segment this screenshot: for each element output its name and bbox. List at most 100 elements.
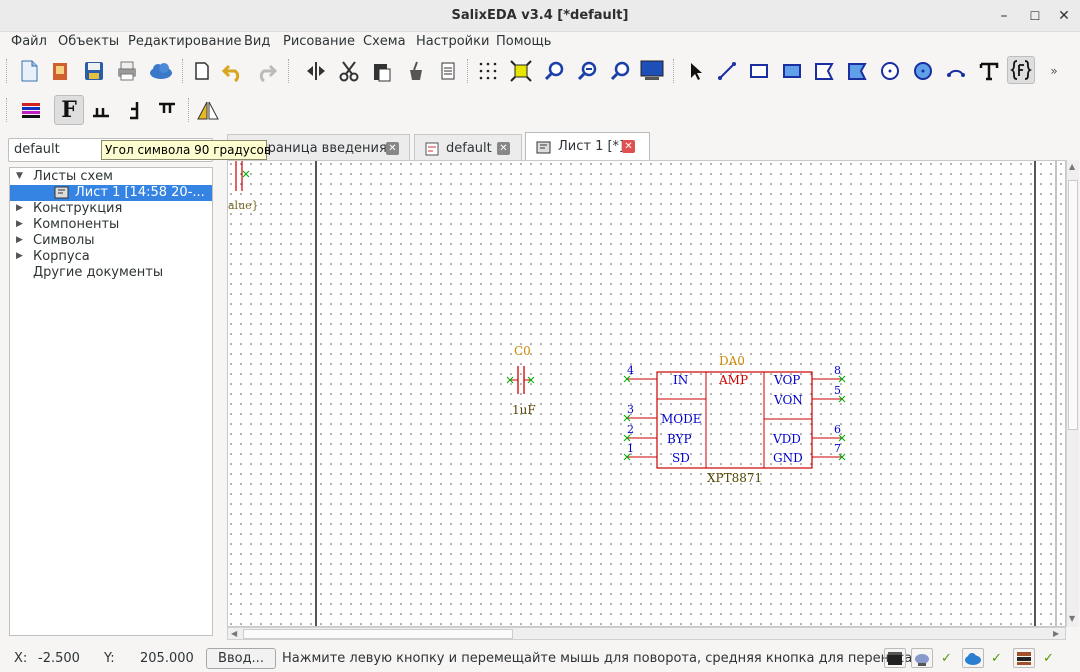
library-icon[interactable] xyxy=(1013,648,1035,668)
tree-item-label: Конструкция xyxy=(33,201,123,216)
vertical-scroll-thumb[interactable] xyxy=(1068,180,1078,430)
menu-help[interactable]: Помощь xyxy=(496,34,551,49)
tree-item-other-docs[interactable]: Другие документы xyxy=(10,265,212,281)
arc-tool-icon[interactable] xyxy=(942,57,970,85)
menu-settings[interactable]: Настройки xyxy=(416,34,489,49)
filled-circle-icon[interactable] xyxy=(909,57,937,85)
horizontal-scrollbar[interactable]: ◀ ▶ xyxy=(227,627,1066,640)
schematic-canvas[interactable]: alue} C0 1uF DA0 AMP XPT8871 4 IN 3 MODE… xyxy=(227,160,1066,627)
pin-number: 6 xyxy=(834,423,841,436)
line-tool-icon[interactable] xyxy=(713,57,741,85)
capacitor-value-label: 1uF xyxy=(512,403,536,417)
cloud-icon[interactable] xyxy=(147,57,175,85)
scroll-down-icon[interactable]: ▼ xyxy=(1069,614,1075,623)
print-icon[interactable] xyxy=(113,57,141,85)
field-tool-icon[interactable] xyxy=(1007,56,1035,84)
minimize-button[interactable]: – xyxy=(994,6,1014,26)
document-tabs: траница введения ✕ default ✕ Лист 1 [*] … xyxy=(227,132,1080,164)
close-button[interactable]: ✕ xyxy=(1054,6,1074,26)
redo-icon[interactable] xyxy=(252,57,280,85)
menu-objects[interactable]: Объекты xyxy=(58,34,119,49)
zoom-in-icon[interactable] xyxy=(540,57,568,85)
menu-edit[interactable]: Редактирование xyxy=(128,34,241,49)
sheet-icon xyxy=(536,141,552,159)
blank-page-icon[interactable] xyxy=(187,57,215,85)
tree-item-label: Компоненты xyxy=(33,217,120,232)
title-bar: SalixEDA v3.4 [*default] – ☐ ✕ xyxy=(0,0,1080,32)
scroll-up-icon[interactable]: ▲ xyxy=(1069,162,1075,171)
undo-icon[interactable] xyxy=(219,57,247,85)
menu-file[interactable]: Файл xyxy=(11,34,47,49)
scroll-right-icon[interactable]: ▶ xyxy=(1053,629,1059,638)
text-tool-icon[interactable] xyxy=(975,57,1003,85)
angle-180-icon[interactable] xyxy=(120,96,148,124)
new-file-icon[interactable] xyxy=(15,57,43,85)
pin-number: 7 xyxy=(834,442,841,455)
toolbar-separator xyxy=(188,98,190,122)
angle-270-icon[interactable] xyxy=(153,96,181,124)
x-label: X: xyxy=(14,651,28,666)
pin-name: IN xyxy=(673,373,688,387)
rectangle-tool-icon[interactable] xyxy=(745,57,773,85)
expand-down-icon: ▼ xyxy=(16,171,23,181)
clear-icon[interactable] xyxy=(402,57,430,85)
mirror-icon[interactable] xyxy=(302,57,330,85)
maximize-button[interactable]: ☐ xyxy=(1025,6,1045,26)
toolbar-separator xyxy=(288,59,290,83)
save-icon[interactable] xyxy=(80,57,108,85)
pin-number: 2 xyxy=(627,423,634,436)
close-icon[interactable]: ✕ xyxy=(497,142,510,155)
tree-item-packages[interactable]: ▶ Корпуса xyxy=(10,249,212,265)
scroll-left-icon[interactable]: ◀ xyxy=(231,629,237,638)
angle-90-icon[interactable] xyxy=(87,96,115,124)
check-icon: ✓ xyxy=(991,651,1002,666)
menu-view[interactable]: Вид xyxy=(244,34,270,49)
pin-number: 4 xyxy=(627,364,634,377)
network-icon[interactable] xyxy=(911,648,933,668)
angle-0-icon[interactable]: F xyxy=(54,95,84,125)
expand-right-icon: ▶ xyxy=(16,219,23,229)
clapper-icon[interactable] xyxy=(884,648,906,668)
polygon-tool-icon[interactable] xyxy=(810,57,838,85)
tree-item-label: Листы схем xyxy=(33,169,113,184)
pin-name: VOP xyxy=(773,373,800,387)
tab-default[interactable]: default ✕ xyxy=(414,134,522,162)
paste-icon[interactable] xyxy=(368,57,396,85)
input-button[interactable]: Ввод... xyxy=(206,648,276,669)
tree-item-sheet-1[interactable]: Лист 1 [14:58 20-... xyxy=(10,185,212,201)
menu-draw[interactable]: Рисование xyxy=(283,34,355,49)
vertical-scrollbar[interactable]: ▲ ▼ xyxy=(1066,160,1079,627)
properties-icon[interactable] xyxy=(434,57,462,85)
filled-polygon-icon[interactable] xyxy=(843,57,871,85)
pin-number: 8 xyxy=(834,364,841,377)
cut-icon[interactable] xyxy=(335,57,363,85)
zoom-fit-icon[interactable] xyxy=(507,57,535,85)
schematic-drawing[interactable]: alue} C0 1uF DA0 AMP XPT8871 4 IN 3 MODE… xyxy=(228,161,1066,627)
layers-icon[interactable] xyxy=(17,96,45,124)
close-icon[interactable]: ✕ xyxy=(622,140,635,153)
zoom-area-icon[interactable] xyxy=(606,57,634,85)
filled-rectangle-icon[interactable] xyxy=(778,57,806,85)
pin-number: 3 xyxy=(627,403,634,416)
tree-item-symbols[interactable]: ▶ Символы xyxy=(10,233,212,249)
pin-name: GND xyxy=(773,451,803,465)
close-icon[interactable]: ✕ xyxy=(386,142,399,155)
menu-schematic[interactable]: Схема xyxy=(363,34,406,49)
select-arrow-icon[interactable] xyxy=(681,57,709,85)
horizontal-scroll-thumb[interactable] xyxy=(243,629,513,639)
tree-item-components[interactable]: ▶ Компоненты xyxy=(10,217,212,233)
tree-item-sheets[interactable]: ▼ Листы схем xyxy=(10,169,212,185)
left-panel: default ▼ Листы схем Лист 1 [14:58 20-..… xyxy=(8,138,213,636)
tab-label: default xyxy=(446,141,492,156)
pin-name: BYP xyxy=(667,432,692,446)
zoom-out-icon[interactable] xyxy=(573,57,601,85)
tree-item-construction[interactable]: ▶ Конструкция xyxy=(10,201,212,217)
monitor-icon[interactable] xyxy=(638,57,666,85)
circle-tool-icon[interactable] xyxy=(876,57,904,85)
open-project-icon[interactable] xyxy=(47,57,75,85)
check-icon: ✓ xyxy=(1043,651,1054,666)
mirror-symbol-icon[interactable] xyxy=(194,96,222,124)
cloud-sync-icon[interactable] xyxy=(962,648,984,668)
toolbar-overflow-icon[interactable]: » xyxy=(1040,57,1068,85)
grid-icon[interactable] xyxy=(474,57,502,85)
